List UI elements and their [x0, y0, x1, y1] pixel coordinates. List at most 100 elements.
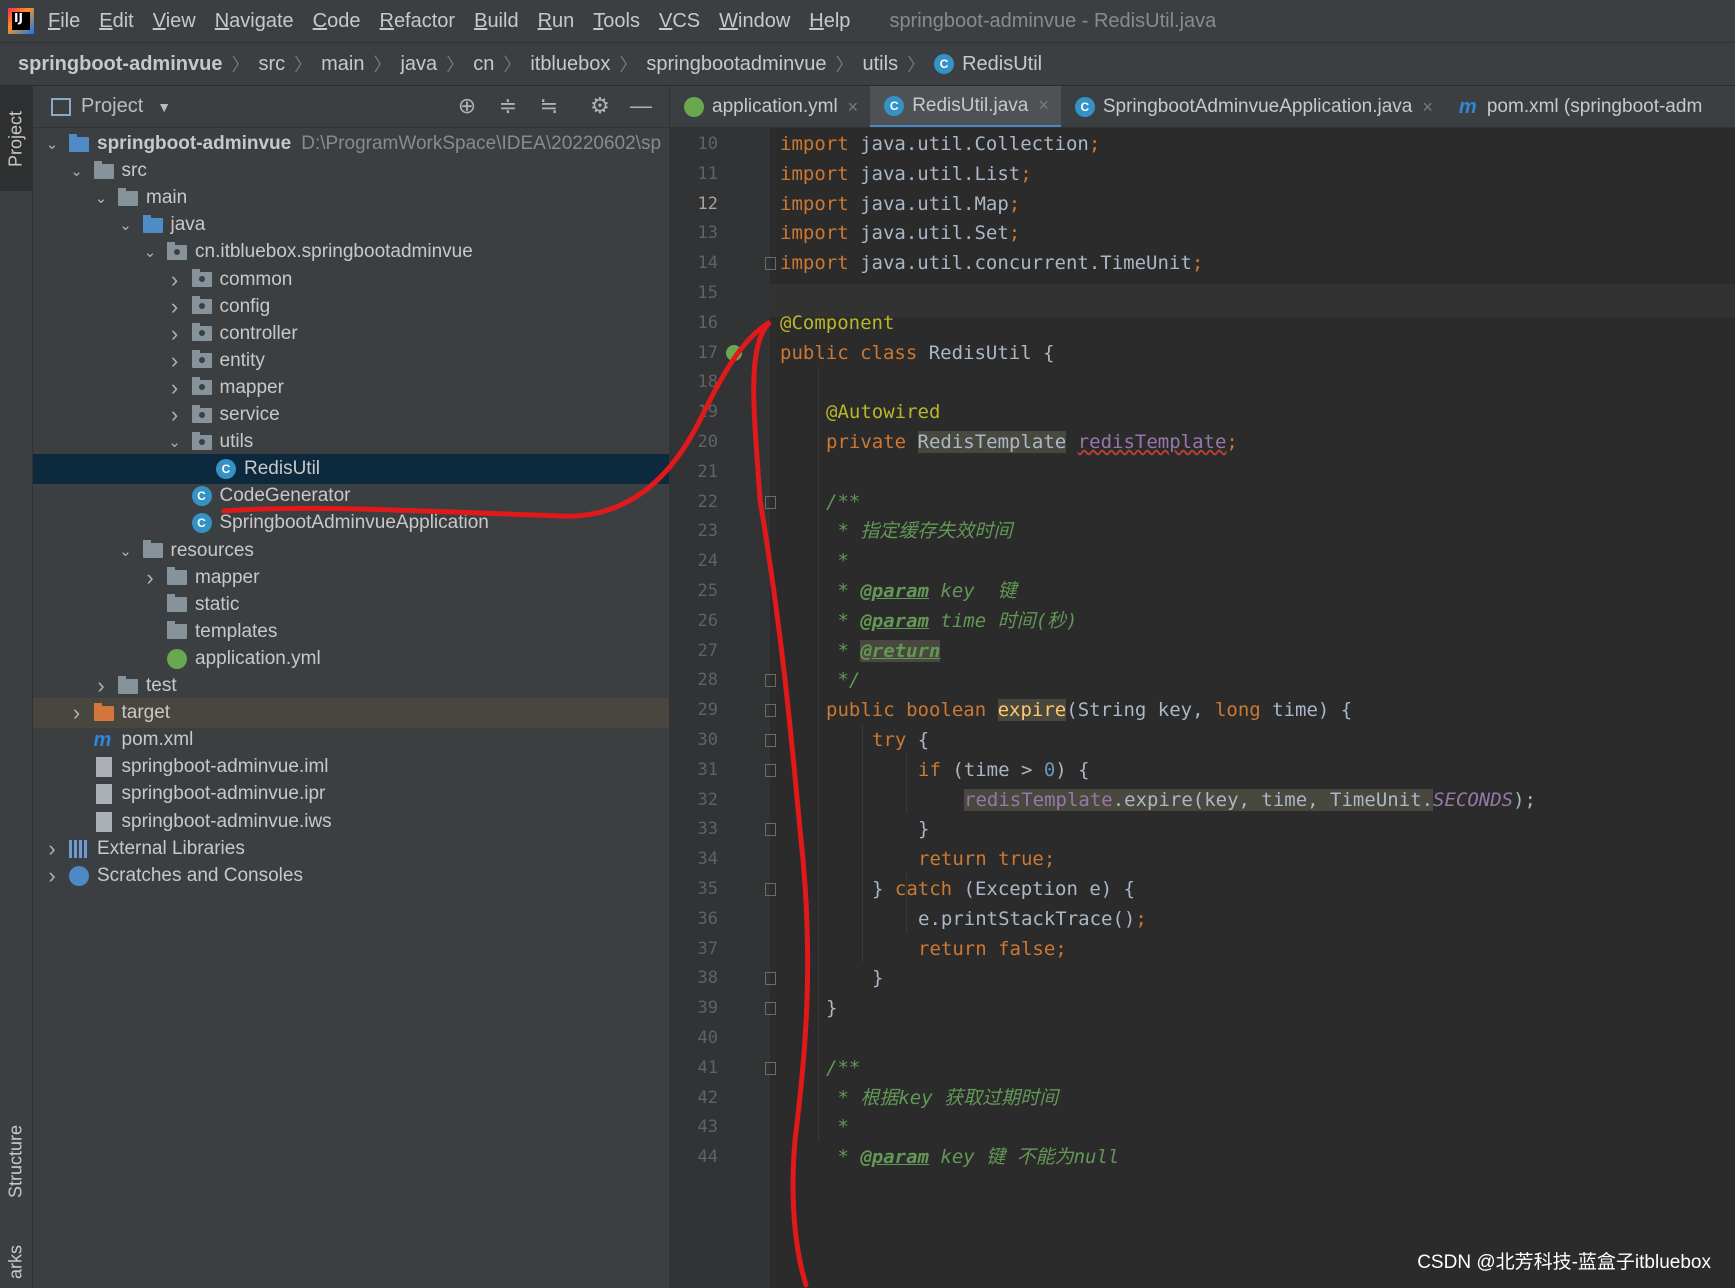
- menu-view[interactable]: View: [153, 10, 196, 33]
- tree-package-entity[interactable]: › entity: [33, 346, 669, 376]
- close-icon[interactable]: ×: [848, 97, 859, 118]
- tool-tab-project[interactable]: Project: [0, 86, 32, 191]
- tree-file-pom[interactable]: m pom.xml: [33, 725, 669, 755]
- chevron-right-icon[interactable]: ›: [94, 671, 108, 701]
- class-icon: C: [884, 95, 905, 116]
- tool-tab-structure[interactable]: Structure: [0, 1116, 32, 1206]
- tree-folder-src[interactable]: ⌄ src: [33, 156, 669, 186]
- spring-bean-icon[interactable]: [726, 344, 742, 361]
- breadcrumb-src[interactable]: src: [258, 53, 285, 76]
- tree-package-config[interactable]: › config: [33, 292, 669, 322]
- chevron-right-icon[interactable]: ›: [143, 563, 157, 593]
- tree-file-application-yml[interactable]: application.yml: [33, 644, 669, 674]
- line-number: 43: [697, 1117, 718, 1138]
- menu-run[interactable]: Run: [538, 10, 575, 33]
- tree-package-mapper[interactable]: › mapper: [33, 373, 669, 403]
- tree-folder-resources[interactable]: ⌄ resources: [33, 536, 669, 566]
- chevron-right-icon[interactable]: ›: [168, 265, 182, 295]
- tree-external-libraries[interactable]: › External Libraries: [33, 834, 669, 864]
- project-view-selector[interactable]: Project: [81, 95, 143, 118]
- tree-file-ipr[interactable]: springboot-adminvue.ipr: [33, 779, 669, 809]
- tree-folder-templates[interactable]: templates: [33, 617, 669, 647]
- tree-folder-res-mapper[interactable]: › mapper: [33, 563, 669, 593]
- close-icon[interactable]: ×: [1038, 95, 1049, 116]
- breadcrumb-itbluebox[interactable]: itbluebox: [530, 53, 610, 76]
- chevron-down-icon[interactable]: ▼: [157, 99, 171, 115]
- tree-scratches[interactable]: › Scratches and Consoles: [33, 861, 669, 891]
- tree-file-iml[interactable]: springboot-adminvue.iml: [33, 752, 669, 782]
- line-number: 26: [697, 610, 718, 631]
- tab-redisutil-java[interactable]: C RedisUtil.java ×: [870, 86, 1061, 127]
- tree-package-service[interactable]: › service: [33, 400, 669, 430]
- chevron-right-icon[interactable]: ›: [45, 834, 59, 864]
- tab-pom-xml[interactable]: m pom.xml (springboot-adm: [1445, 86, 1714, 127]
- breadcrumb-redisutil[interactable]: C RedisUtil: [934, 53, 1042, 76]
- tree-class-codegenerator[interactable]: C CodeGenerator: [33, 481, 669, 511]
- chevron-down-icon[interactable]: ⌄: [143, 237, 157, 267]
- tree-root-project[interactable]: ⌄ springboot-adminvue D:\ProgramWorkSpace\…: [33, 129, 669, 159]
- tree-package-common[interactable]: › common: [33, 265, 669, 295]
- expand-all-icon[interactable]: ≑: [496, 94, 520, 118]
- menu-vcs[interactable]: VCS: [659, 10, 700, 33]
- menu-window[interactable]: Window: [719, 10, 790, 33]
- tree-folder-target[interactable]: › target: [33, 698, 669, 729]
- tab-springbootadminvueapplication[interactable]: C SpringbootAdminvueApplication.java ×: [1061, 86, 1445, 127]
- collapse-all-icon[interactable]: ≒: [537, 94, 561, 118]
- menu-code[interactable]: Code: [313, 10, 361, 33]
- breadcrumb-java[interactable]: java: [400, 53, 437, 76]
- code-line: redisTemplate.expire(key, time, TimeUnit…: [964, 784, 1536, 817]
- tool-tab-bookmarks[interactable]: arks: [0, 1236, 32, 1288]
- chevron-right-icon[interactable]: ›: [45, 861, 59, 891]
- breadcrumb-utils[interactable]: utils: [863, 53, 899, 76]
- chevron-right-icon[interactable]: ›: [70, 698, 84, 728]
- code-token: /**: [826, 1056, 861, 1079]
- tree-folder-main[interactable]: ⌄ main: [33, 183, 669, 213]
- chevron-right-icon[interactable]: ›: [168, 400, 182, 430]
- chevron-down-icon[interactable]: ⌄: [168, 427, 182, 457]
- gear-icon[interactable]: ⚙: [588, 94, 612, 118]
- menu-help[interactable]: Help: [809, 10, 850, 33]
- tree-item-label: springboot-adminvue.ipr: [121, 783, 326, 805]
- chevron-down-icon[interactable]: ⌄: [119, 536, 133, 566]
- tree-package-utils[interactable]: ⌄ utils: [33, 427, 669, 457]
- chevron-right-icon[interactable]: ›: [168, 292, 182, 322]
- locate-file-icon[interactable]: ⊕: [455, 94, 479, 118]
- code-token: if: [918, 758, 941, 781]
- breadcrumb-project[interactable]: springboot-adminvue: [18, 53, 222, 76]
- breadcrumb-main[interactable]: main: [321, 53, 364, 76]
- tree-folder-test[interactable]: › test: [33, 671, 669, 701]
- tree-file-iws[interactable]: springboot-adminvue.iws: [33, 807, 669, 837]
- tree-package-root[interactable]: ⌄ cn.itbluebox.springbootadminvue: [33, 237, 669, 267]
- menu-tools[interactable]: Tools: [593, 10, 640, 33]
- tree-class-redisutil[interactable]: C RedisUtil: [33, 454, 669, 485]
- menu-refactor[interactable]: Refactor: [379, 10, 455, 33]
- menu-build[interactable]: Build: [474, 10, 518, 33]
- breadcrumb-cn[interactable]: cn: [473, 53, 494, 76]
- chevron-down-icon[interactable]: ⌄: [70, 156, 84, 186]
- breadcrumb-springbootadminvue[interactable]: springbootadminvue: [646, 53, 826, 76]
- folder-icon: [167, 594, 187, 613]
- chevron-down-icon[interactable]: ⌄: [119, 210, 133, 240]
- chevron-right-icon[interactable]: ›: [168, 373, 182, 403]
- chevron-right-icon[interactable]: ›: [168, 346, 182, 376]
- code-line: * 根据key 获取过期时间: [826, 1082, 1058, 1115]
- code-line: if (time > 0) {: [918, 754, 1090, 787]
- code-token: java.util.Collection: [848, 133, 1089, 155]
- code-area[interactable]: import java.util.Collection; import java.…: [770, 128, 1735, 1288]
- menu-edit[interactable]: Edit: [99, 10, 133, 33]
- chevron-right-icon[interactable]: ›: [168, 319, 182, 349]
- menu-file[interactable]: File: [48, 10, 80, 33]
- tree-class-application[interactable]: C SpringbootAdminvueApplication: [33, 508, 669, 538]
- chevron-down-icon[interactable]: ⌄: [45, 129, 59, 159]
- tree-folder-static[interactable]: static: [33, 590, 669, 620]
- minimize-icon[interactable]: —: [629, 94, 653, 118]
- line-number: 12: [697, 193, 718, 214]
- tab-application-yml[interactable]: application.yml ×: [670, 86, 870, 127]
- close-icon[interactable]: ×: [1422, 97, 1433, 118]
- menu-navigate[interactable]: Navigate: [215, 10, 294, 33]
- chevron-down-icon[interactable]: ⌄: [94, 183, 108, 213]
- tree-package-controller[interactable]: › controller: [33, 319, 669, 349]
- tree-folder-java[interactable]: ⌄ java: [33, 210, 669, 240]
- line-number: 23: [697, 521, 718, 542]
